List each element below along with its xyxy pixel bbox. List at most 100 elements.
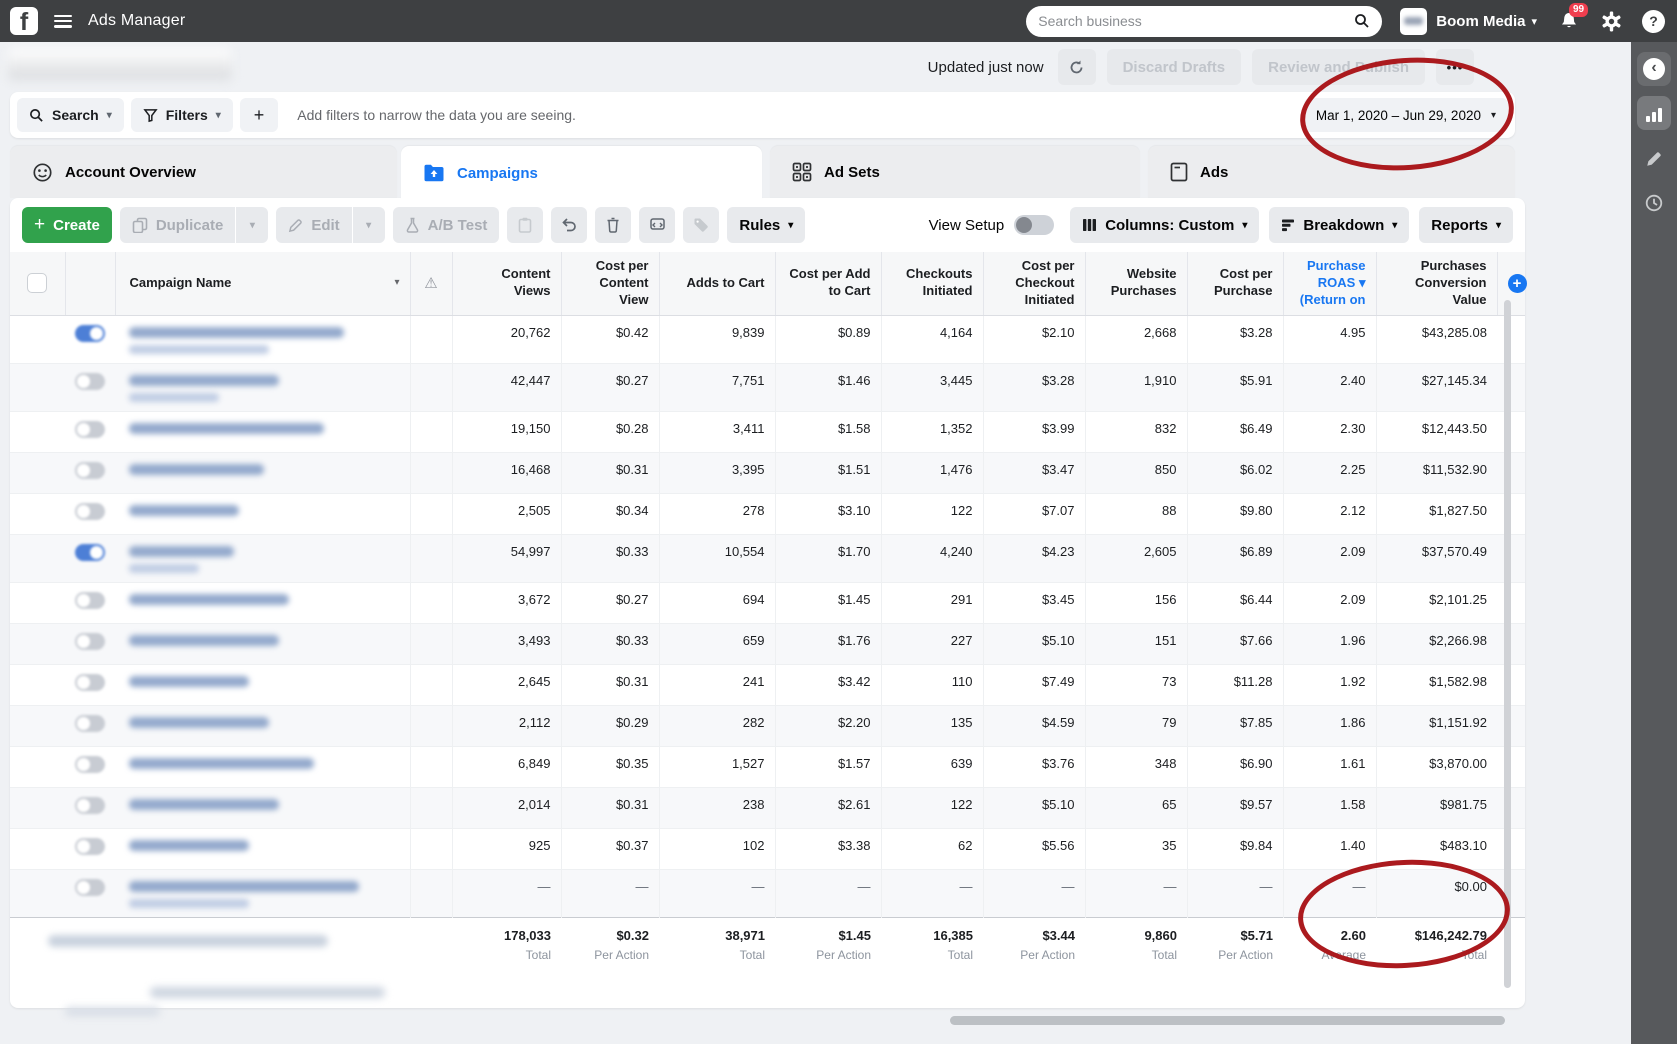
vertical-scrollbar[interactable]	[1504, 300, 1511, 988]
campaign-toggle[interactable]	[75, 325, 105, 342]
history-panel-button[interactable]	[1637, 186, 1671, 220]
search-filter-label: Search	[52, 107, 99, 123]
column-header[interactable]: Cost per Add to Cart	[775, 252, 881, 315]
metric-cell: 2.09	[1283, 534, 1376, 582]
business-avatar[interactable]	[1400, 8, 1427, 35]
business-search-input[interactable]	[1038, 13, 1354, 29]
tab-ads[interactable]: Ads	[1148, 146, 1515, 198]
metric-cell: —	[452, 869, 561, 917]
edit-caret-button[interactable]: ▾	[353, 207, 385, 243]
search-filter-button[interactable]: Search ▾	[17, 98, 124, 132]
metric-cell: $0.33	[561, 623, 659, 664]
metric-cell: 10,554	[659, 534, 775, 582]
column-header[interactable]: Website Purchases	[1085, 252, 1187, 315]
campaign-toggle[interactable]	[75, 674, 105, 691]
breakdown-button[interactable]: Breakdown ▾	[1269, 207, 1409, 243]
export-button[interactable]	[639, 207, 675, 243]
campaign-toggle[interactable]	[75, 756, 105, 773]
campaign-toggle[interactable]	[75, 421, 105, 438]
metric-cell: 20,762	[452, 315, 561, 363]
totals-sublabel: Total	[669, 948, 765, 962]
hamburger-menu-button[interactable]	[54, 15, 72, 28]
metric-cell: $981.75	[1376, 787, 1497, 828]
campaign-toggle[interactable]	[75, 503, 105, 520]
business-search[interactable]	[1026, 6, 1382, 37]
refresh-button[interactable]	[1058, 49, 1096, 85]
metric-cell: 3,493	[452, 623, 561, 664]
reports-button[interactable]: Reports ▾	[1419, 207, 1513, 243]
campaign-toggle[interactable]	[75, 797, 105, 814]
select-all-checkbox[interactable]	[27, 273, 47, 293]
campaign-toggle[interactable]	[75, 592, 105, 609]
campaign-toggle[interactable]	[75, 633, 105, 650]
account-overview-icon	[32, 162, 53, 183]
metric-cell: —	[775, 869, 881, 917]
metric-cell: 2,645	[452, 664, 561, 705]
review-publish-button[interactable]: Review and Publish	[1252, 49, 1425, 85]
totals-value: 2.60	[1293, 928, 1366, 943]
blurred-name-line	[129, 676, 249, 687]
avatar-logo-blur	[1404, 17, 1423, 25]
column-header[interactable]: Adds to Cart	[659, 252, 775, 315]
column-header[interactable]: Cost per Purchase	[1187, 252, 1283, 315]
table-row: 2,112$0.29282$2.20135$4.5979$7.851.86$1,…	[10, 705, 1525, 746]
campaign-toggle[interactable]	[75, 879, 105, 896]
settings-button[interactable]	[1601, 11, 1622, 32]
totals-value: $1.45	[785, 928, 871, 943]
duplicate-button[interactable]: Duplicate	[120, 207, 236, 243]
undo-button[interactable]	[551, 207, 587, 243]
view-setup-toggle[interactable]	[1014, 215, 1054, 235]
rules-button[interactable]: Rules ▾	[727, 207, 805, 243]
metric-cell: $1.57	[775, 746, 881, 787]
collapse-panel-button[interactable]: ‹	[1637, 52, 1671, 86]
tab-account-overview[interactable]: Account Overview	[10, 146, 397, 198]
horizontal-scrollbar[interactable]	[950, 1016, 1505, 1025]
blurred-name-line	[129, 594, 289, 605]
metric-cell: —	[561, 869, 659, 917]
campaign-toggle[interactable]	[75, 544, 105, 561]
add-filter-button[interactable]: +	[240, 98, 279, 132]
totals-sublabel: Per Action	[571, 948, 649, 962]
ab-test-button[interactable]: A/B Test	[393, 207, 500, 243]
delete-button[interactable]	[595, 207, 631, 243]
more-options-button[interactable]: •••	[1436, 49, 1474, 85]
column-header[interactable]: Checkouts Initiated	[881, 252, 983, 315]
create-button[interactable]: + Create	[22, 207, 112, 243]
notifications-button[interactable]: 99	[1559, 11, 1579, 31]
metric-cell: 4,240	[881, 534, 983, 582]
tab-ad-sets[interactable]: Ad Sets	[770, 146, 1140, 198]
metric-cell: 850	[1085, 452, 1187, 493]
column-header[interactable]: Content Views	[452, 252, 561, 315]
add-column-button[interactable]: +	[1508, 274, 1527, 293]
tag-button[interactable]	[683, 207, 719, 243]
column-header[interactable]: Cost per Checkout Initiated	[983, 252, 1085, 315]
campaign-toggle[interactable]	[75, 373, 105, 390]
campaign-toggle[interactable]	[75, 838, 105, 855]
table-row: 2,014$0.31238$2.61122$5.1065$9.571.58$98…	[10, 787, 1525, 828]
account-switcher[interactable]: Boom Media ▾	[1436, 13, 1537, 30]
columns-button[interactable]: Columns: Custom ▾	[1070, 207, 1259, 243]
edit-panel-button[interactable]	[1637, 142, 1671, 176]
table-row: 16,468$0.313,395$1.511,476$3.47850$6.022…	[10, 452, 1525, 493]
metric-cell: $0.37	[561, 828, 659, 869]
column-header[interactable]: Cost per Content View	[561, 252, 659, 315]
facebook-logo[interactable]: f	[10, 7, 38, 35]
discard-drafts-button[interactable]: Discard Drafts	[1107, 49, 1242, 85]
metric-cell: $3.10	[775, 493, 881, 534]
create-label: Create	[53, 217, 100, 234]
campaign-toggle[interactable]	[75, 462, 105, 479]
tab-campaigns[interactable]: Campaigns	[401, 146, 762, 200]
pin-button[interactable]	[507, 207, 543, 243]
duplicate-caret-button[interactable]: ▾	[236, 207, 268, 243]
help-button[interactable]: ?	[1642, 10, 1665, 33]
column-header[interactable]: Purchase ROAS ▾ (Return on	[1283, 252, 1376, 315]
edit-button[interactable]: Edit	[276, 207, 351, 243]
campaign-name-blurred	[115, 787, 410, 828]
column-header[interactable]: Purchases Conversion Value	[1376, 252, 1497, 315]
date-range-picker[interactable]: Mar 1, 2020 – Jun 29, 2020 ▾	[1304, 98, 1508, 132]
totals-sublabel: Total	[891, 948, 973, 962]
campaign-toggle[interactable]	[75, 715, 105, 732]
charts-panel-button[interactable]	[1637, 96, 1671, 130]
filters-button[interactable]: Filters ▾	[131, 98, 233, 132]
column-header-campaign-name[interactable]: Campaign Name▾	[115, 252, 410, 315]
